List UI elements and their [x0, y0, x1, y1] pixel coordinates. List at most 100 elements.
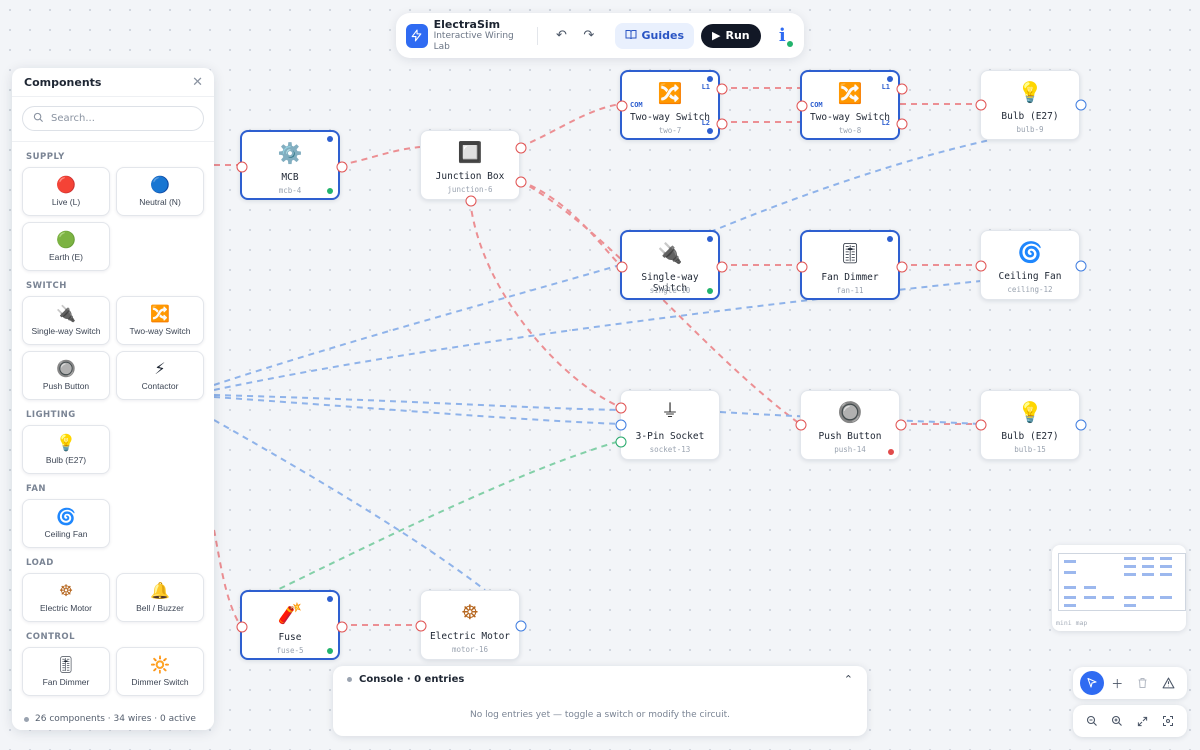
component-card-two-way-switch[interactable]: 🔀 Two-way Switch	[116, 296, 204, 345]
port-out-2[interactable]	[515, 176, 527, 188]
port-out-1[interactable]	[515, 142, 527, 154]
component-card-electric-motor[interactable]: ☸ Electric Motor	[22, 573, 110, 622]
port-l1[interactable]	[716, 83, 728, 95]
fullscreen-button[interactable]	[1131, 709, 1155, 733]
component-label: Two-way Switch	[129, 326, 191, 336]
delete-tool-button[interactable]	[1131, 671, 1155, 695]
terminal-com: COM	[630, 101, 643, 109]
mini-map[interactable]: mini map	[1052, 545, 1186, 631]
wire-live[interactable]	[213, 529, 241, 626]
port-l1[interactable]	[896, 83, 908, 95]
node-fuse-5[interactable]: 🧨 Fuse fuse-5	[236, 590, 348, 660]
port-live[interactable]	[975, 419, 987, 431]
motor-wheel-icon: ☸	[461, 600, 479, 624]
port-l2[interactable]	[896, 118, 908, 130]
wire-neutral[interactable]	[213, 394, 621, 411]
node-bulb-9[interactable]: 💡 Bulb (E27) bulb-9	[975, 70, 1087, 140]
component-card-contactor[interactable]: ⚡ Contactor	[116, 351, 204, 400]
info-button[interactable]: i	[771, 23, 794, 49]
wire-neutral[interactable]	[709, 139, 991, 233]
component-card-ceiling-fan[interactable]: 🌀 Ceiling Fan	[22, 499, 110, 548]
console-header[interactable]: Console · 0 entries	[347, 674, 464, 685]
guides-button[interactable]: Guides	[614, 22, 695, 49]
node-label: Fuse	[278, 632, 302, 643]
wire-neutral[interactable]	[213, 396, 621, 425]
port-live[interactable]	[975, 99, 987, 111]
component-card-dimmer-switch[interactable]: 🔆 Dimmer Switch	[116, 647, 204, 696]
component-card-bell-buzzer[interactable]: 🔔 Bell / Buzzer	[116, 573, 204, 622]
port-com[interactable]	[796, 100, 808, 112]
port-in[interactable]	[236, 621, 248, 633]
fit-view-button[interactable]	[1156, 709, 1180, 733]
wire-live[interactable]	[339, 146, 421, 166]
port-out-3[interactable]	[465, 195, 477, 207]
port-in[interactable]	[616, 261, 628, 273]
node-electric-motor-16[interactable]: ☸ Electric Motor motor-16	[415, 590, 527, 660]
node-id: two-8	[838, 126, 862, 135]
wire-neutral[interactable]	[213, 419, 486, 591]
port-live[interactable]	[415, 620, 427, 632]
node-fan-dimmer-11[interactable]: 🎚 Fan Dimmer fan-11	[796, 230, 908, 300]
node-push-button-14[interactable]: 🔘 Push Button push-14	[795, 390, 907, 460]
status-dot-green	[707, 288, 713, 294]
redo-button[interactable]: ↷	[577, 23, 600, 49]
port-live[interactable]	[615, 402, 627, 414]
chevron-up-icon[interactable]: ⌃	[844, 673, 853, 686]
node-bulb-15[interactable]: 💡 Bulb (E27) bulb-15	[975, 390, 1087, 460]
node-two-way-switch-7[interactable]: 🔀 Two-way Switch two-7 COM L1 L2	[616, 70, 728, 140]
component-card-bulb-e27[interactable]: 💡 Bulb (E27)	[22, 425, 110, 474]
port-out[interactable]	[896, 261, 908, 273]
warning-tool-button[interactable]	[1156, 671, 1180, 695]
component-card-fan-dimmer[interactable]: 🎚 Fan Dimmer	[22, 647, 110, 696]
undo-button[interactable]: ↶	[550, 23, 573, 49]
component-label: Push Button	[42, 381, 90, 391]
node-3-pin-socket-13[interactable]: ⏚ 3-Pin Socket socket-13	[615, 390, 720, 460]
component-list[interactable]: SUPPLY 🔴 Live (L) 🔵 Neutral (N) 🟢 Earth (E) SWI…	[12, 141, 214, 701]
port-neutral[interactable]	[1075, 419, 1087, 431]
port-l2[interactable]	[716, 118, 728, 130]
close-icon[interactable]: ✕	[192, 75, 203, 90]
node-mcb[interactable]: ⚙️ MCB mcb-4	[236, 130, 348, 200]
port-live[interactable]	[975, 260, 987, 272]
zoom-in-button[interactable]	[1105, 709, 1129, 733]
node-single-way-switch-10[interactable]: 🔌 Single-way Switch single-10	[616, 230, 728, 300]
component-card-live-l[interactable]: 🔴 Live (L)	[22, 167, 110, 216]
wire-earth[interactable]	[239, 440, 621, 609]
console-panel: Console · 0 entries ⌃ No log entries yet…	[333, 666, 867, 736]
select-tool-button[interactable]	[1079, 671, 1104, 695]
run-button[interactable]: ▶ Run	[701, 23, 761, 48]
add-tool-button[interactable]: ＋	[1105, 671, 1129, 695]
node-label: Ceiling Fan	[998, 271, 1062, 282]
port-out[interactable]	[895, 419, 907, 431]
warning-icon	[1162, 677, 1175, 689]
port-com[interactable]	[616, 100, 628, 112]
port-in[interactable]	[795, 419, 807, 431]
plus-icon: ＋	[1111, 676, 1124, 691]
wire-neutral[interactable]	[213, 264, 621, 386]
port-out-live[interactable]	[336, 161, 348, 173]
node-junction-box[interactable]: 🔲 Junction Box junction-6	[420, 130, 527, 207]
node-id: bulb-9	[1016, 125, 1044, 134]
wire-live[interactable]	[519, 103, 621, 148]
port-neutral[interactable]	[1075, 99, 1087, 111]
wire-live[interactable]	[519, 180, 801, 425]
port-out[interactable]	[716, 261, 728, 273]
port-in[interactable]	[796, 261, 808, 273]
mini-map-node	[1160, 565, 1172, 568]
component-card-earth-e[interactable]: 🟢 Earth (E)	[22, 222, 110, 271]
wire-live[interactable]	[519, 180, 621, 266]
wire-live[interactable]	[469, 199, 621, 408]
component-card-push-button[interactable]: 🔘 Push Button	[22, 351, 110, 400]
component-card-neutral-n[interactable]: 🔵 Neutral (N)	[116, 167, 204, 216]
component-card-single-way-switch[interactable]: 🔌 Single-way Switch	[22, 296, 110, 345]
port-earth[interactable]	[615, 436, 627, 448]
port-out[interactable]	[336, 621, 348, 633]
node-ceiling-fan-12[interactable]: 🌀 Ceiling Fan ceiling-12	[975, 230, 1087, 300]
port-neutral[interactable]	[615, 419, 627, 431]
zoom-out-button[interactable]	[1080, 709, 1104, 733]
port-neutral[interactable]	[515, 620, 527, 632]
node-two-way-switch-8[interactable]: 🔀 Two-way Switch two-8 COM L1 L2	[796, 70, 908, 140]
search-input[interactable]	[51, 113, 191, 124]
port-in-live[interactable]	[236, 161, 248, 173]
port-neutral[interactable]	[1075, 260, 1087, 272]
